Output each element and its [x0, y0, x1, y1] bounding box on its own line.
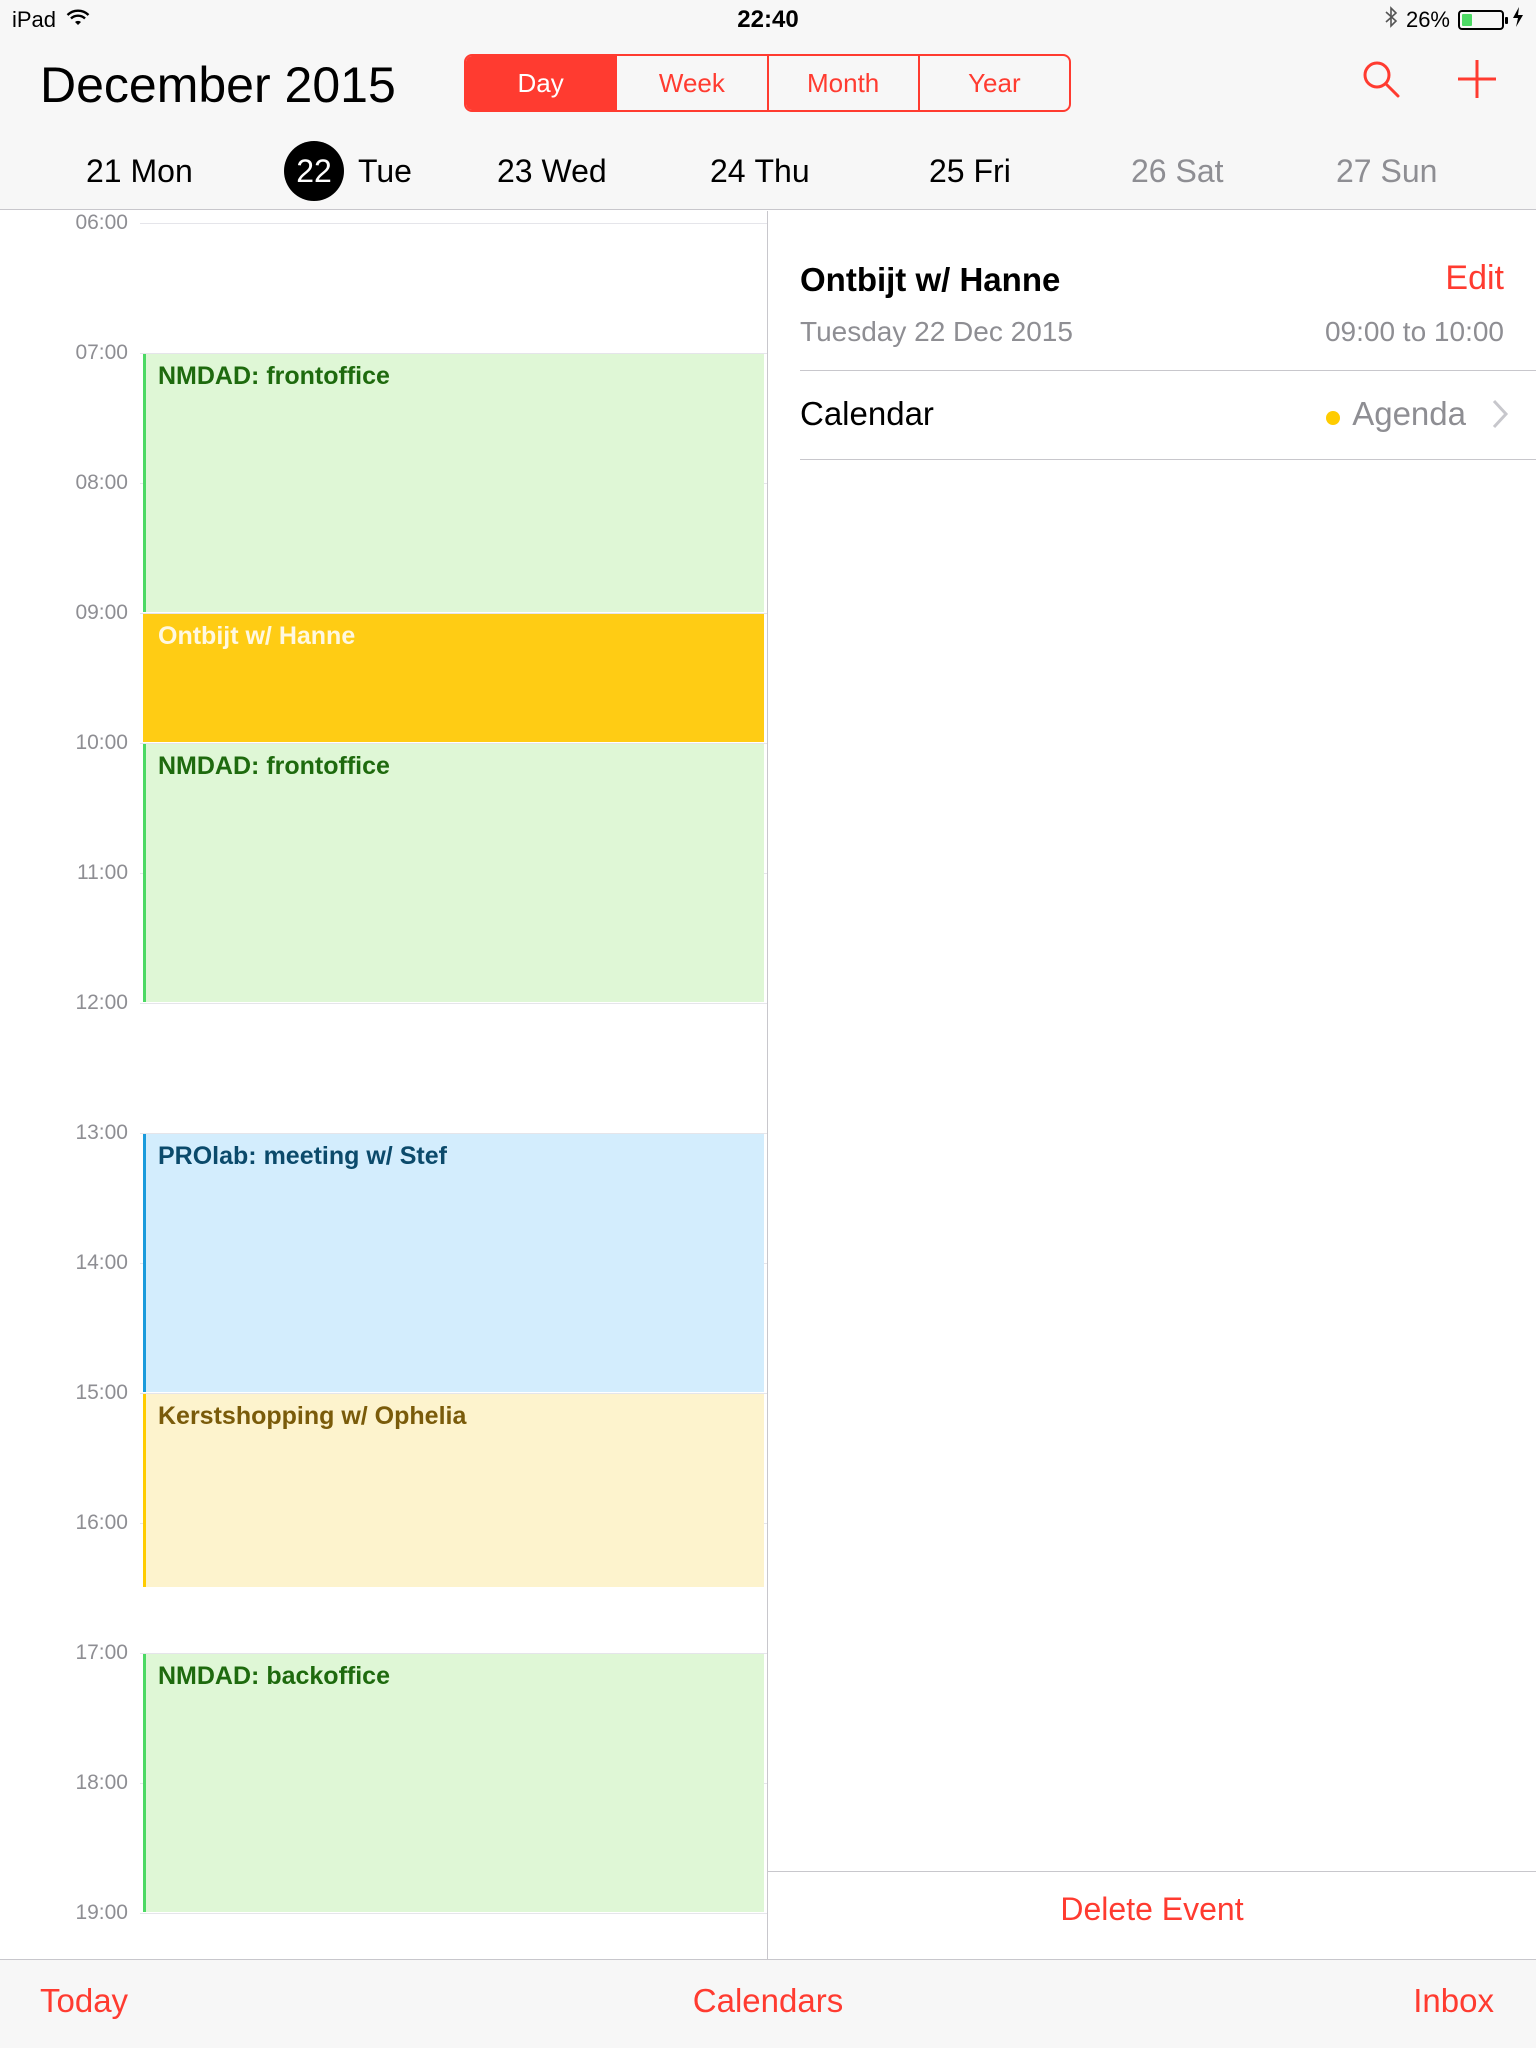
day-23[interactable]: 23 Wed	[497, 140, 607, 202]
calendar-value: Agenda	[1352, 395, 1466, 432]
hour-label: 06:00	[75, 211, 128, 234]
hour-label: 16:00	[75, 1511, 128, 1534]
hour-label: 17:00	[75, 1641, 128, 1664]
divider	[800, 459, 1536, 460]
status-bar: iPad 22:40 26%	[0, 0, 1536, 40]
event-block-title: Ontbijt w/ Hanne	[158, 622, 356, 650]
hour-label: 15:00	[75, 1381, 128, 1404]
event-detail-pane: Ontbijt w/ Hanne Edit Tuesday 22 Dec 201…	[768, 211, 1536, 1959]
day-name: Sun	[1380, 152, 1438, 189]
hour-label: 14:00	[75, 1251, 128, 1274]
hour-label: 10:00	[75, 731, 128, 754]
event-block[interactable]: PROlab: meeting w/ Stef	[143, 1134, 764, 1392]
tab-day[interactable]: Day	[466, 56, 618, 110]
event-block-title: Kerstshopping w/ Ophelia	[158, 1402, 467, 1430]
hour-label: 18:00	[75, 1771, 128, 1794]
calendar-label: Calendar	[800, 395, 934, 432]
month-name: December	[40, 57, 271, 113]
charging-icon	[1512, 7, 1524, 33]
day-24[interactable]: 24 Thu	[710, 140, 810, 202]
bottom-toolbar: Today Calendars Inbox	[0, 1959, 1536, 2048]
hour-gridline	[140, 1913, 767, 1914]
day-26[interactable]: 26 Sat	[1131, 140, 1224, 202]
day-number: 27	[1336, 152, 1372, 189]
day-name: Sat	[1175, 152, 1224, 189]
calendar-color-dot	[1326, 411, 1340, 425]
event-block-title: PROlab: meeting w/ Stef	[158, 1142, 447, 1170]
hour-label: 13:00	[75, 1121, 128, 1144]
day-number: 26	[1131, 152, 1167, 189]
chevron-right-icon	[1488, 397, 1514, 431]
inbox-button[interactable]: Inbox	[1413, 1982, 1494, 2020]
event-date: Tuesday 22 Dec 2015	[800, 316, 1073, 347]
day-25[interactable]: 25 Fri	[929, 140, 1011, 202]
tab-month[interactable]: Month	[769, 56, 920, 110]
day-name: Tue	[358, 152, 412, 189]
day-21[interactable]: 21 Mon	[86, 140, 193, 202]
status-right: 26%	[1384, 6, 1524, 34]
search-icon[interactable]	[1356, 54, 1406, 104]
hour-label: 08:00	[75, 471, 128, 494]
day-27[interactable]: 27 Sun	[1336, 140, 1437, 202]
year-label: 2015	[284, 57, 396, 113]
hour-label: 07:00	[75, 341, 128, 364]
event-time-range: 09:00 to 10:00	[1324, 316, 1504, 347]
calendars-button[interactable]: Calendars	[0, 1982, 1536, 2020]
calendar-row[interactable]: Calendar Agenda	[800, 371, 1536, 459]
hour-label: 11:00	[77, 861, 128, 884]
view-segmented-control: Day Week Month Year	[464, 54, 1071, 112]
add-icon[interactable]	[1452, 54, 1502, 104]
status-time: 22:40	[737, 6, 799, 33]
day-name: Thu	[754, 152, 810, 189]
week-day-strip: 21 Mon 22 Tue 23 Wed 24 Thu 25 Fri 26 Sat…	[0, 140, 1536, 202]
hour-label: 12:00	[75, 991, 128, 1014]
event-block[interactable]: Kerstshopping w/ Ophelia	[143, 1394, 764, 1587]
event-block[interactable]: NMDAD: backoffice	[143, 1654, 764, 1912]
month-title: December 2015	[40, 56, 396, 114]
calendar-header: December 2015 Day Week Month Year 21 Mon…	[0, 40, 1536, 210]
day-number: 25	[929, 152, 965, 189]
tab-year[interactable]: Year	[920, 56, 1069, 110]
hour-label: 19:00	[75, 1901, 128, 1924]
day-name: Mon	[130, 152, 193, 189]
tab-week[interactable]: Week	[617, 56, 769, 110]
delete-event-button[interactable]: Delete Event	[768, 1891, 1536, 1928]
day-name: Wed	[541, 152, 607, 189]
selected-day-circle: 22	[284, 141, 344, 201]
edit-button[interactable]: Edit	[1445, 259, 1504, 298]
day-number: 21	[86, 152, 122, 189]
day-number: 24	[710, 152, 746, 189]
day-timeline[interactable]: 06:00 07:00 08:00 09:00 10:00 11:00 12:00 13:00…	[0, 211, 767, 1959]
event-block[interactable]: NMDAD: frontoffice	[143, 744, 764, 1002]
day-22-selected[interactable]: 22 Tue	[284, 140, 412, 202]
event-title: Ontbijt w/ Hanne	[800, 261, 1061, 298]
event-block[interactable]: Ontbijt w/ Hanne	[143, 614, 764, 742]
event-block-title: NMDAD: backoffice	[158, 1662, 390, 1690]
event-block[interactable]: NMDAD: frontoffice	[143, 354, 764, 612]
battery-percent: 26%	[1405, 7, 1450, 32]
divider	[768, 1871, 1536, 1872]
day-number: 23	[497, 152, 533, 189]
bluetooth-icon	[1384, 6, 1398, 34]
event-block-title: NMDAD: frontoffice	[158, 752, 390, 780]
day-name: Fri	[973, 152, 1011, 189]
hour-gridline	[140, 1003, 767, 1004]
hour-gridline	[140, 223, 767, 224]
event-block-title: NMDAD: frontoffice	[158, 362, 390, 390]
battery-icon	[1458, 10, 1508, 30]
hour-label: 09:00	[75, 601, 128, 624]
